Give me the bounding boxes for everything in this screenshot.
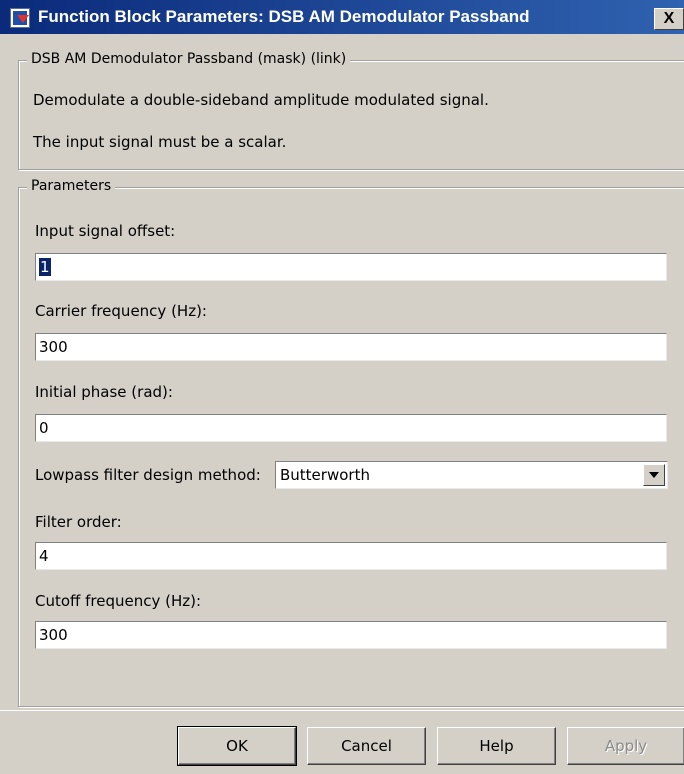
input-offset-label: Input signal offset: (35, 222, 176, 240)
help-button[interactable]: Help (437, 727, 556, 765)
simulink-block-icon (10, 8, 30, 28)
ok-button[interactable]: OK (177, 726, 297, 766)
mask-description: Demodulate a double-sideband amplitude m… (33, 91, 489, 109)
mask-groupbox: DSB AM Demodulator Passband (mask) (link… (18, 51, 684, 170)
filter-method-select[interactable]: Butterworth (275, 461, 668, 489)
filter-order-label: Filter order: (35, 513, 122, 531)
carrier-frequency-field[interactable]: 300 (35, 333, 667, 361)
window-title: Function Block Parameters: DSB AM Demodu… (38, 7, 530, 26)
filter-method-label: Lowpass filter design method: (35, 466, 261, 484)
mask-legend: DSB AM Demodulator Passband (mask) (link… (27, 51, 351, 67)
close-button[interactable]: X (654, 8, 684, 30)
function-block-parameters-dialog: Function Block Parameters: DSB AM Demodu… (0, 0, 684, 774)
initial-phase-field[interactable]: 0 (35, 414, 667, 442)
cutoff-frequency-field[interactable]: 300 (35, 621, 667, 649)
carrier-frequency-label: Carrier frequency (Hz): (35, 302, 207, 320)
filter-method-value: Butterworth (280, 466, 370, 484)
initial-phase-label: Initial phase (rad): (35, 383, 173, 401)
title-bar[interactable]: Function Block Parameters: DSB AM Demodu… (0, 0, 684, 34)
apply-button[interactable]: Apply (567, 727, 684, 765)
mask-note: The input signal must be a scalar. (33, 133, 287, 151)
input-offset-field[interactable]: 1 (35, 253, 667, 281)
chevron-down-icon[interactable] (643, 464, 665, 486)
input-offset-value: 1 (39, 258, 51, 276)
parameters-legend: Parameters (27, 178, 116, 194)
cutoff-frequency-label: Cutoff frequency (Hz): (35, 592, 202, 610)
filter-order-field[interactable]: 4 (35, 542, 667, 570)
cancel-button[interactable]: Cancel (307, 727, 426, 765)
